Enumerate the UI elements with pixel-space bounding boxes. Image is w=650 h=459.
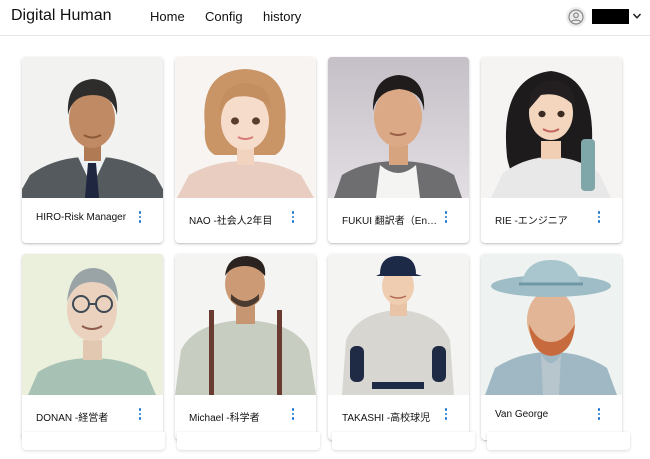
more-vert-icon[interactable] <box>593 209 605 225</box>
character-portrait <box>175 57 316 198</box>
account-circle-icon[interactable] <box>566 7 586 27</box>
more-vert-icon[interactable] <box>440 209 452 225</box>
more-vert-icon[interactable] <box>593 406 605 422</box>
character-portrait <box>328 57 469 198</box>
more-vert-icon[interactable] <box>440 406 452 422</box>
card-label: NAO -社会人2年目 <box>189 216 273 227</box>
character-card-michael[interactable]: Michael -科学者 <box>175 254 316 440</box>
character-portrait <box>481 254 622 395</box>
more-vert-icon[interactable] <box>134 209 146 225</box>
card-label: RIE -エンジニア <box>495 216 568 227</box>
character-card-hiro[interactable]: HIRO-Risk Manager <box>22 57 163 243</box>
character-card-rie[interactable]: RIE -エンジニア <box>481 57 622 243</box>
nav-history[interactable]: history <box>263 9 301 24</box>
character-portrait <box>328 254 469 395</box>
character-portrait <box>175 254 316 395</box>
card-label: Michael -科学者 <box>189 413 260 424</box>
nav-home[interactable]: Home <box>150 9 185 24</box>
app-bar: Digital Human Home Config history <box>0 0 650 36</box>
character-portrait <box>22 57 163 198</box>
card-label: DONAN -経営者 <box>36 413 109 424</box>
chevron-down-icon[interactable] <box>632 11 642 21</box>
more-vert-icon[interactable] <box>287 209 299 225</box>
card-label: FUKUI 翻訳者（English） <box>342 216 440 227</box>
user-name[interactable] <box>592 9 629 24</box>
character-card-van-george[interactable]: Van George <box>481 254 622 440</box>
card-partial <box>22 432 165 450</box>
card-partial <box>177 432 320 450</box>
character-card-fukui[interactable]: FUKUI 翻訳者（English） <box>328 57 469 243</box>
character-card-nao[interactable]: NAO -社会人2年目 <box>175 57 316 243</box>
nav-config[interactable]: Config <box>205 9 243 24</box>
character-portrait <box>481 57 622 198</box>
app-title[interactable]: Digital Human <box>11 7 111 25</box>
character-card-donan[interactable]: DONAN -経営者 <box>22 254 163 440</box>
card-label: HIRO-Risk Manager <box>36 212 127 223</box>
character-card-takashi[interactable]: TAKASHI -高校球児 <box>328 254 469 440</box>
more-vert-icon[interactable] <box>287 406 299 422</box>
more-vert-icon[interactable] <box>134 406 146 422</box>
card-label: TAKASHI -高校球児 <box>342 413 431 424</box>
card-partial <box>332 432 475 450</box>
character-portrait <box>22 254 163 395</box>
card-label: Van George <box>495 409 549 420</box>
card-partial <box>487 432 630 450</box>
